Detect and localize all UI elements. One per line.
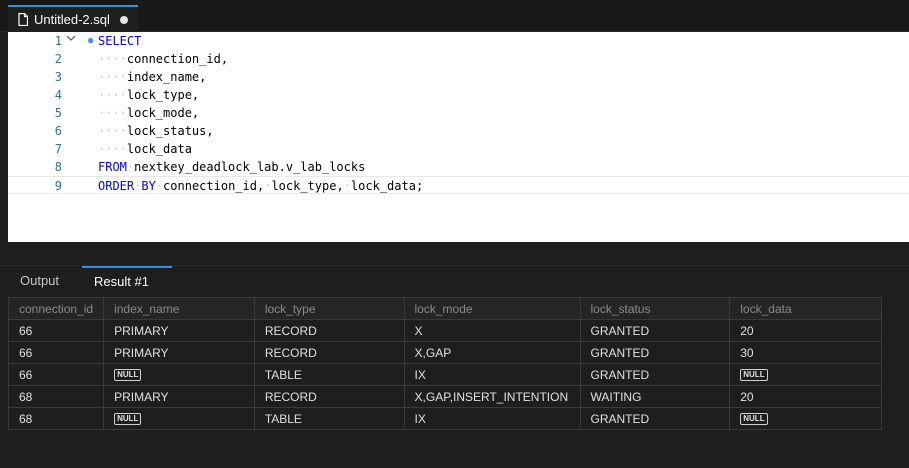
code-text: ····connection_id,: [98, 52, 229, 66]
result-grid: connection_id index_name lock_type lock_mod…: [7, 297, 882, 430]
table-cell[interactable]: GRANTED: [579, 341, 731, 364]
line-number: 7: [54, 142, 62, 156]
line-number: 8: [54, 160, 62, 174]
statement-marker-icon: ●: [88, 36, 94, 46]
column-header-lock-type[interactable]: lock_type: [253, 297, 405, 320]
code-text: ····index_name,: [98, 70, 207, 84]
line-number: 6: [54, 124, 62, 138]
editor-tab[interactable]: Untitled-2.sql: [8, 5, 138, 32]
code-text: ORDER·BY·connection_id,·lock_type,·lock_…: [98, 179, 424, 193]
code-line[interactable]: 9 ORDER·BY·connection_id,·lock_type,·lock…: [8, 176, 909, 194]
grid-header-row: connection_id index_name lock_type lock_mod…: [7, 297, 882, 320]
code-line[interactable]: 6 ····lock_status,: [8, 122, 909, 140]
tab-result-1[interactable]: Result #1: [82, 266, 172, 296]
panel-tabs: Output Result #1: [0, 266, 909, 296]
column-header-lock-data[interactable]: lock_data: [729, 297, 882, 320]
code-line[interactable]: 1 ● SELECT: [8, 32, 909, 50]
file-icon: [18, 13, 28, 26]
code-line[interactable]: 3 ····index_name,: [8, 68, 909, 86]
editor-tab-bar: Untitled-2.sql: [0, 0, 909, 32]
code-line[interactable]: 4 ····lock_type,: [8, 86, 909, 104]
column-header-lock-status[interactable]: lock_status: [579, 297, 731, 320]
null-badge: NULL: [114, 413, 142, 426]
code-line[interactable]: 2 ····connection_id,: [8, 50, 909, 68]
sql-editor[interactable]: 1 ● SELECT 2 ····connection_id, 3 ····index_na…: [8, 32, 909, 242]
table-row[interactable]: 68 PRIMARY RECORD X,GAP,INSERT_INTENTION WAI…: [7, 385, 882, 408]
table-cell[interactable]: NULL: [729, 407, 882, 430]
table-cell[interactable]: X: [403, 319, 581, 342]
code-line[interactable]: 7 ····lock_data: [8, 140, 909, 158]
table-cell[interactable]: GRANTED: [579, 363, 731, 386]
table-cell[interactable]: PRIMARY: [103, 385, 255, 408]
line-number: 5: [54, 106, 62, 120]
table-row[interactable]: 66 PRIMARY RECORD X GRANTED 20: [7, 319, 882, 342]
code-line[interactable]: 8 FROM·nextkey_deadlock_lab.v_lab_locks: [8, 158, 909, 176]
table-cell[interactable]: 20: [729, 385, 882, 408]
null-badge: NULL: [740, 369, 768, 382]
line-number: 3: [54, 70, 62, 84]
table-cell[interactable]: PRIMARY: [103, 341, 255, 364]
line-number: 4: [54, 88, 62, 102]
editor-panel-divider[interactable]: [0, 242, 909, 266]
null-badge: NULL: [114, 369, 142, 382]
table-cell[interactable]: RECORD: [253, 341, 405, 364]
table-cell[interactable]: TABLE: [253, 363, 405, 386]
line-number: 2: [54, 52, 62, 66]
null-badge: NULL: [740, 413, 768, 426]
column-header-lock-mode[interactable]: lock_mode: [403, 297, 581, 320]
code-text: ····lock_data: [98, 142, 192, 156]
table-cell[interactable]: PRIMARY: [103, 319, 255, 342]
unsaved-dot-icon[interactable]: [119, 15, 128, 24]
code-line[interactable]: 5 ····lock_mode,: [8, 104, 909, 122]
table-row[interactable]: 66 PRIMARY RECORD X,GAP GRANTED 30: [7, 341, 882, 364]
table-cell[interactable]: NULL: [729, 363, 882, 386]
table-cell[interactable]: TABLE: [253, 407, 405, 430]
table-cell[interactable]: WAITING: [579, 385, 731, 408]
line-number: 1: [54, 34, 62, 48]
table-row[interactable]: 66 NULL TABLE IX GRANTED NULL: [7, 363, 882, 386]
table-cell[interactable]: 20: [729, 319, 882, 342]
table-cell[interactable]: NULL: [103, 407, 255, 430]
tab-output[interactable]: Output: [20, 266, 59, 296]
code-text: ····lock_mode,: [98, 106, 200, 120]
table-cell[interactable]: 66: [7, 363, 105, 386]
table-cell[interactable]: NULL: [103, 363, 255, 386]
table-cell[interactable]: 66: [7, 319, 105, 342]
table-cell[interactable]: X,GAP,INSERT_INTENTION: [403, 385, 581, 408]
table-cell[interactable]: GRANTED: [579, 407, 731, 430]
table-row[interactable]: 68 NULL TABLE IX GRANTED NULL: [7, 407, 882, 430]
table-cell[interactable]: 66: [7, 341, 105, 364]
code-text: FROM·nextkey_deadlock_lab.v_lab_locks: [98, 160, 366, 174]
table-cell[interactable]: IX: [403, 363, 581, 386]
table-cell[interactable]: 68: [7, 407, 105, 430]
table-cell[interactable]: RECORD: [253, 385, 405, 408]
code-text: SELECT: [98, 34, 142, 48]
table-cell[interactable]: GRANTED: [579, 319, 731, 342]
column-header-connection-id[interactable]: connection_id: [7, 297, 105, 320]
line-number: 9: [54, 179, 62, 193]
fold-chevron-icon[interactable]: [66, 32, 76, 50]
code-text: ····lock_status,: [98, 124, 214, 138]
table-cell[interactable]: X,GAP: [403, 341, 581, 364]
table-cell[interactable]: IX: [403, 407, 581, 430]
tab-title: Untitled-2.sql: [34, 12, 110, 27]
table-cell[interactable]: 68: [7, 385, 105, 408]
table-cell[interactable]: RECORD: [253, 319, 405, 342]
table-cell[interactable]: 30: [729, 341, 882, 364]
code-text: ····lock_type,: [98, 88, 200, 102]
column-header-index-name[interactable]: index_name: [103, 297, 255, 320]
